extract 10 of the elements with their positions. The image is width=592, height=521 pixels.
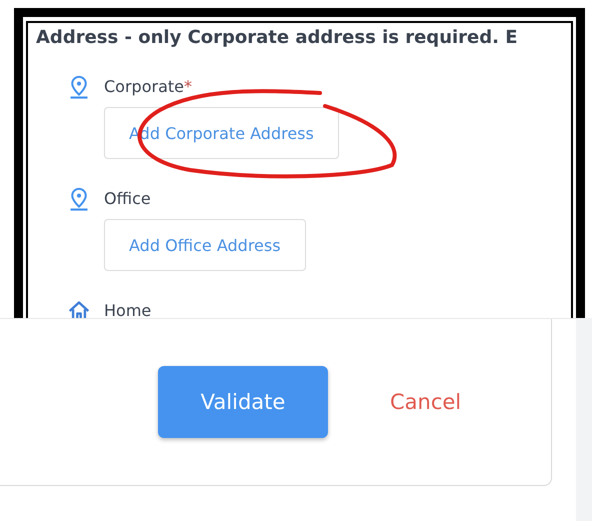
validate-button[interactable]: Validate [158, 366, 328, 438]
address-type-label: Home [104, 300, 152, 318]
section-heading: Address - only Corporate address is required. E [36, 27, 519, 49]
cancel-link[interactable]: Cancel [390, 390, 462, 414]
address-type-label: Corporate* [104, 76, 193, 98]
address-type-label: Office [104, 188, 152, 210]
add-address-button[interactable]: Add Office Address [104, 219, 306, 271]
location-pin-icon [68, 187, 90, 211]
house-icon [68, 299, 90, 318]
location-pin-icon [68, 75, 90, 99]
